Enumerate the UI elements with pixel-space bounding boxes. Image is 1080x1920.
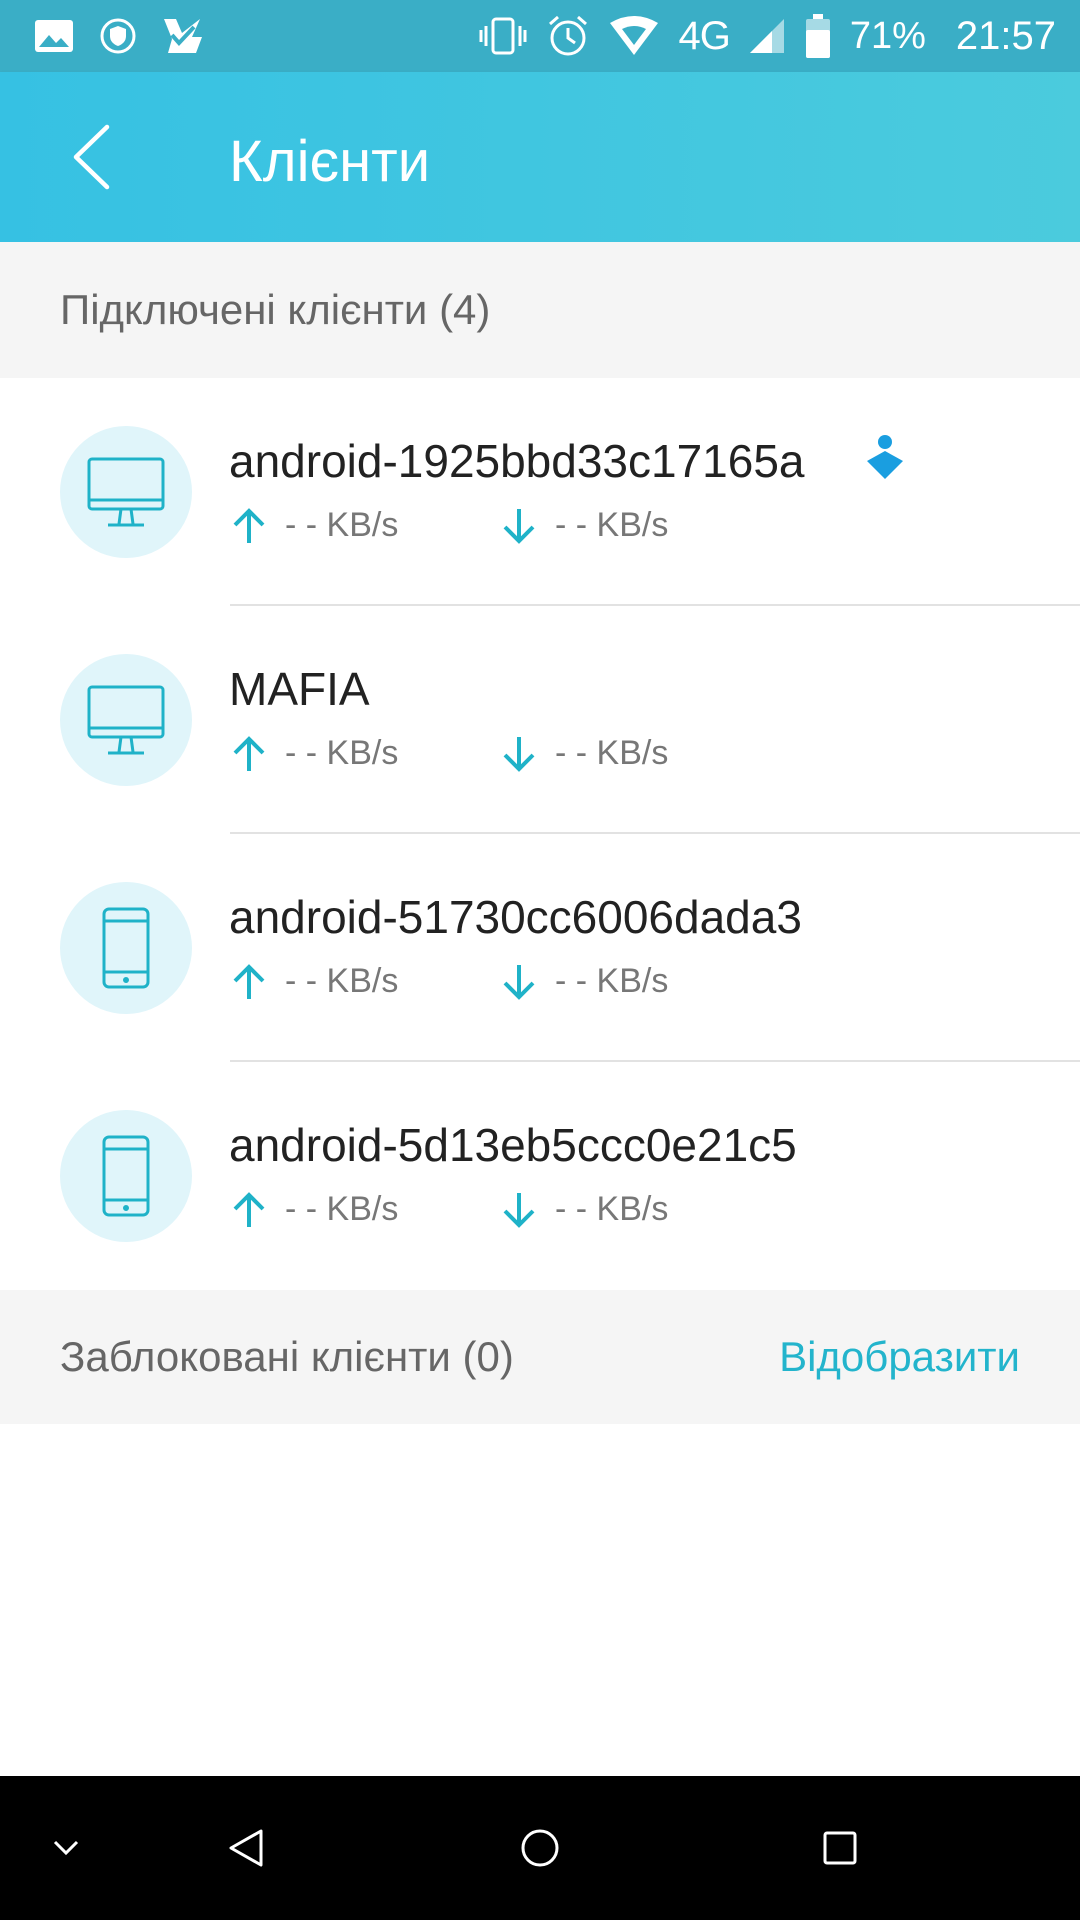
client-speeds: - - KB/s - - KB/s [229, 506, 769, 545]
vibrate-icon [479, 17, 527, 55]
client-row[interactable]: android-5d13eb5ccc0e21c5 - - KB/s - - KB… [0, 1062, 1080, 1290]
client-avatar [60, 1110, 192, 1242]
arrow-down-icon [503, 964, 535, 1000]
blocked-clients-header: Заблоковані клієнти (0) Відобразити [0, 1290, 1080, 1424]
blocked-clients-label: Заблоковані клієнти (0) [60, 1333, 514, 1380]
system-nav-bar [0, 1776, 1080, 1920]
owner-badge-icon [867, 435, 903, 479]
client-name: MAFIA [229, 663, 370, 715]
recents-square-icon [823, 1831, 857, 1865]
phone-icon [102, 907, 150, 989]
download-speed-value: - - KB/s [555, 1190, 669, 1228]
connected-clients-header: Підключені клієнти (4) [0, 242, 1080, 378]
wifi-icon [610, 16, 659, 55]
client-avatar [60, 654, 192, 786]
status-bar-right: 4G 71% 21:57 [478, 13, 1056, 59]
show-blocked-button[interactable]: Відобразити [779, 1333, 1020, 1381]
status-bar: 4G 71% 21:57 [0, 0, 1080, 72]
download-speed: - - KB/s [499, 506, 769, 545]
nav-collapse-button[interactable] [36, 1818, 96, 1878]
download-speed-value: - - KB/s [555, 962, 669, 1000]
arrow-down-icon [503, 508, 535, 544]
client-row[interactable]: MAFIA - - KB/s - - KB/s [0, 606, 1080, 834]
shield-icon [100, 18, 136, 54]
download-speed-value: - - KB/s [555, 506, 669, 544]
arrow-up-icon [233, 735, 265, 771]
alarm-icon [549, 15, 588, 56]
client-name: android-5d13eb5ccc0e21c5 [229, 1119, 797, 1171]
client-row[interactable]: android-51730cc6006dada3 - - KB/s - - KB… [0, 834, 1080, 1062]
desktop-icon [87, 457, 165, 527]
client-speeds: - - KB/s - - KB/s [229, 962, 769, 1001]
chevron-left-icon [73, 124, 110, 190]
arrow-down-icon [503, 736, 535, 772]
connected-clients-label: Підключені клієнти (4) [60, 286, 491, 333]
nav-recents-button[interactable] [810, 1818, 870, 1878]
nav-home-button[interactable] [510, 1818, 570, 1878]
back-button[interactable] [56, 122, 126, 192]
back-triangle-icon [229, 1829, 263, 1867]
client-row[interactable]: android-1925bbd33c17165a - - KB/s - - KB… [0, 378, 1080, 606]
upload-speed: - - KB/s [229, 1190, 499, 1229]
upload-speed: - - KB/s [229, 734, 499, 773]
signal-icon [749, 19, 784, 53]
upload-speed: - - KB/s [229, 506, 499, 545]
app-bar: Клієнти [0, 72, 1080, 242]
upload-speed-value: - - KB/s [285, 734, 399, 772]
upload-speed-value: - - KB/s [285, 1190, 399, 1228]
client-speeds: - - KB/s - - KB/s [229, 734, 769, 773]
chevron-down-icon [53, 1840, 79, 1856]
arrow-up-icon [233, 1191, 265, 1227]
client-avatar [60, 426, 192, 558]
network-type: 4G [678, 13, 730, 58]
battery-icon [805, 14, 830, 58]
arrow-up-icon [233, 963, 265, 999]
client-speeds: - - KB/s - - KB/s [229, 1190, 769, 1229]
arrow-up-icon [233, 507, 265, 543]
download-speed: - - KB/s [499, 734, 769, 773]
check-app-icon [164, 19, 202, 53]
download-speed: - - KB/s [499, 1190, 769, 1229]
upload-speed-value: - - KB/s [285, 962, 399, 1000]
home-circle-icon [521, 1829, 559, 1867]
phone-icon [102, 1135, 150, 1217]
client-name: android-51730cc6006dada3 [229, 891, 802, 943]
desktop-icon [87, 685, 165, 755]
client-name: android-1925bbd33c17165a [229, 435, 805, 487]
upload-speed: - - KB/s [229, 962, 499, 1001]
nav-back-button[interactable] [216, 1818, 276, 1878]
upload-speed-value: - - KB/s [285, 506, 399, 544]
client-avatar [60, 882, 192, 1014]
status-bar-left [34, 17, 204, 55]
download-speed-value: - - KB/s [555, 734, 669, 772]
client-list: android-1925bbd33c17165a - - KB/s - - KB… [0, 378, 1080, 1290]
clock: 21:57 [955, 13, 1056, 58]
download-speed: - - KB/s [499, 962, 769, 1001]
arrow-down-icon [503, 1192, 535, 1228]
image-icon [35, 20, 73, 52]
page-title: Клієнти [229, 129, 431, 194]
battery-percent: 71% [849, 14, 926, 57]
